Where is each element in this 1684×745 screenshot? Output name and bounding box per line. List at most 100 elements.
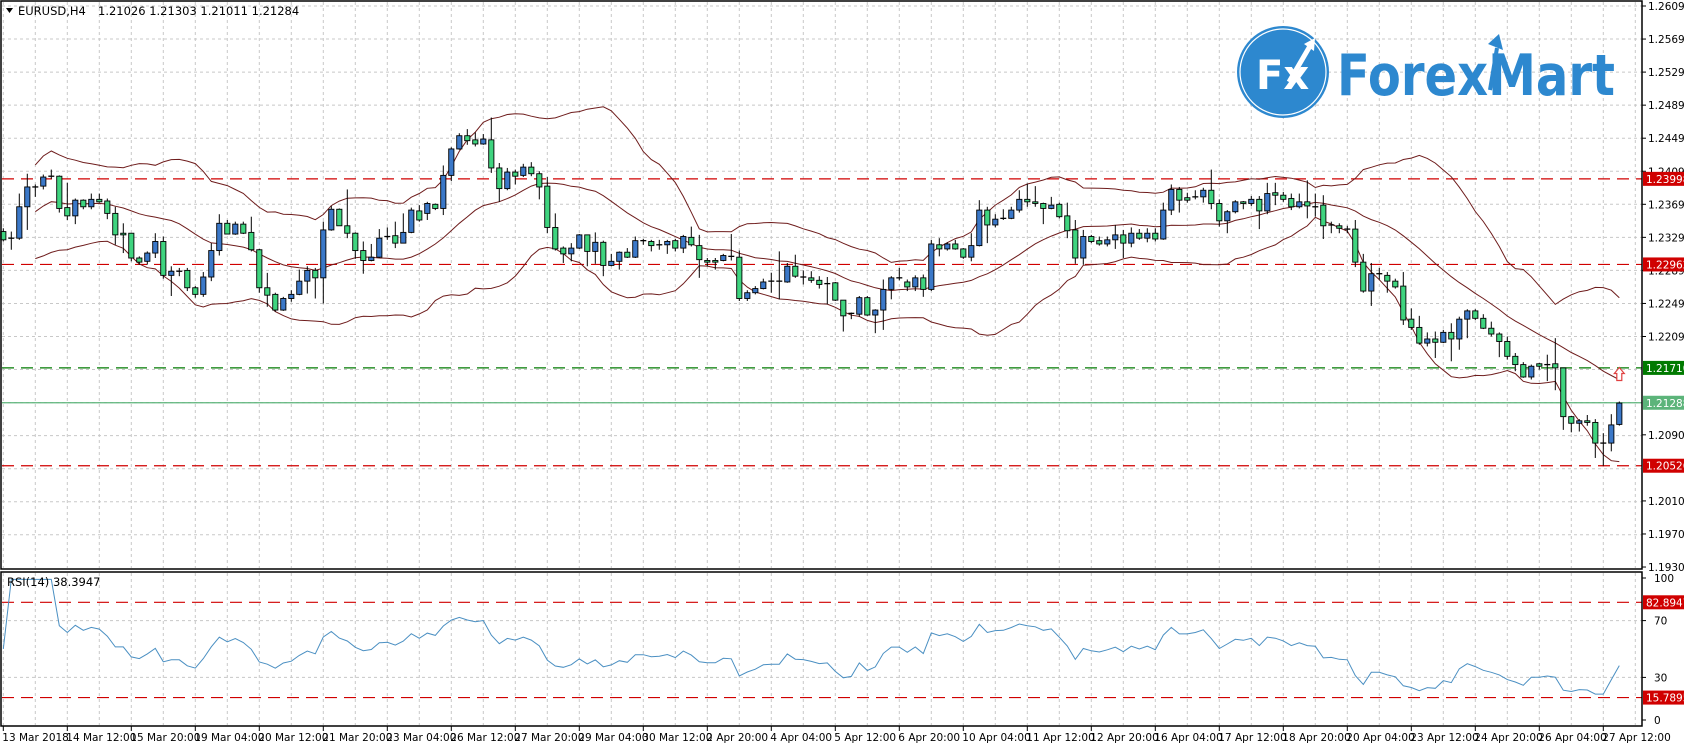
candle-body-bear — [960, 248, 967, 258]
time-tick-label: 30 Mar 12:00 — [642, 732, 712, 744]
candle-body-bear — [64, 207, 71, 217]
candle — [944, 242, 951, 251]
candle — [184, 267, 191, 292]
candle-body-bull — [88, 198, 95, 208]
candle-body-bull — [152, 241, 159, 254]
candle-body-bull — [368, 256, 375, 261]
candle-body-bull — [928, 243, 935, 290]
candle — [272, 292, 279, 312]
bid-price-line-label: 1.21288 — [1646, 398, 1684, 410]
price-tick-label: 1.22090 — [1648, 332, 1684, 344]
rsi-label: RSI(14) 38.3947 — [7, 575, 101, 589]
time-tick-label: 14 Mar 12:00 — [66, 732, 136, 744]
candle-body-bull — [1456, 318, 1463, 340]
candle — [256, 248, 263, 293]
chart-title: EURUSD,H4 1.21026 1.21303 1.21011 1.2128… — [6, 4, 299, 18]
candle-body-bull — [304, 269, 311, 282]
candle-body-bull — [1248, 198, 1255, 204]
candle-body-bear — [464, 135, 471, 142]
candle-body-bear — [56, 175, 63, 209]
candle-body-bear — [1496, 333, 1503, 342]
rsi-tick-label: 30 — [1654, 672, 1667, 684]
candle-body-bear — [1512, 355, 1519, 366]
candle-body-bear — [1256, 198, 1263, 212]
candle-body-bear — [1056, 203, 1063, 218]
candle-body-bull — [1104, 239, 1111, 245]
candle-body-bear — [840, 299, 847, 317]
candle-body-bear — [160, 241, 167, 276]
candle-body-bear — [1320, 204, 1327, 227]
time-tick-label: 20 Mar 12:00 — [258, 732, 328, 744]
time-tick-label: 12 Apr 20:00 — [1090, 732, 1158, 744]
time-tick-label: 27 Mar 20:00 — [514, 732, 584, 744]
candle-body-bear — [336, 208, 343, 227]
rsi-tick-label: 0 — [1654, 715, 1661, 727]
candle-body-bear — [792, 265, 799, 277]
price-tick-label: 1.20100 — [1648, 496, 1684, 508]
time-tick-label: 16 Apr 04:00 — [1154, 732, 1222, 744]
price-tick-label: 1.23290 — [1648, 232, 1684, 244]
candle — [928, 239, 935, 292]
candle-body-bear — [1272, 192, 1279, 196]
candle-body-bull — [1616, 402, 1623, 425]
time-tick-label: 26 Mar 12:00 — [450, 732, 520, 744]
chart-window[interactable]: Fx ForexMart 1.260901.256901.252901.2489… — [0, 0, 1684, 745]
candle-body-bear — [1592, 421, 1599, 444]
time-tick-label: 19 Mar 04:00 — [194, 732, 264, 744]
candle-body-bear — [1360, 261, 1367, 292]
candle-body-bear — [832, 282, 839, 301]
candle-body-bear — [1480, 317, 1487, 329]
candle-body-bull — [440, 174, 447, 209]
candle-body-bull — [1016, 198, 1023, 211]
time-tick-label: 23 Mar 04:00 — [386, 732, 456, 744]
candle-body-bear — [1488, 327, 1495, 335]
candle-body-bear — [96, 198, 103, 203]
candle-body-bear — [496, 167, 503, 190]
candle-body-bull — [856, 297, 863, 315]
candle-body-bull — [24, 186, 31, 208]
candle-body-bear — [112, 212, 119, 236]
candle-body-bull — [1296, 201, 1303, 208]
candle-body-bull — [232, 223, 239, 235]
candle-body-bull — [752, 288, 759, 294]
candle-body-bear — [736, 256, 743, 299]
candle-body-bull — [944, 243, 951, 250]
candle-body-bull — [144, 252, 151, 262]
candle — [56, 175, 63, 213]
candle-body-bull — [1112, 234, 1119, 241]
candle — [856, 296, 863, 317]
candle-body-bull — [968, 245, 975, 258]
candle-body-bull — [888, 277, 895, 290]
candle-body-bull — [504, 171, 511, 190]
candle — [1472, 309, 1479, 320]
price-tick-label: 1.24490 — [1648, 133, 1684, 145]
candle-body-bull — [1608, 424, 1615, 444]
candle-body-bear — [488, 139, 495, 169]
candle-body-bear — [1288, 198, 1295, 208]
candle — [960, 248, 967, 259]
candle-body-bear — [672, 240, 679, 249]
candle-body-bear — [952, 243, 959, 250]
candle-body-bear — [1280, 194, 1287, 200]
candle-body-bull — [608, 260, 615, 266]
candle-body-bear — [648, 241, 655, 247]
candle-body-bear — [864, 297, 871, 316]
candle-body-bull — [880, 288, 887, 311]
candle-body-bear — [136, 257, 143, 263]
candle-body-bull — [912, 277, 919, 288]
candle-body-bull — [200, 276, 207, 295]
price-tick-label: 1.19700 — [1648, 529, 1684, 541]
candle-body-bear — [984, 209, 991, 226]
time-tick-label: 6 Apr 20:00 — [898, 732, 960, 744]
candle-body-bear — [1448, 331, 1455, 340]
candle-body-bear — [1136, 232, 1143, 239]
candle — [280, 296, 287, 311]
candle — [1232, 200, 1239, 214]
rsi-level-line-label: 15.7895 — [1646, 693, 1684, 705]
candle-body-bull — [744, 292, 751, 299]
candle-body-bear — [240, 223, 247, 234]
candle-body-bull — [1368, 273, 1375, 292]
candle-body-bull — [296, 280, 303, 295]
candle-body-bull — [664, 241, 671, 246]
candle-body-bull — [760, 281, 767, 290]
